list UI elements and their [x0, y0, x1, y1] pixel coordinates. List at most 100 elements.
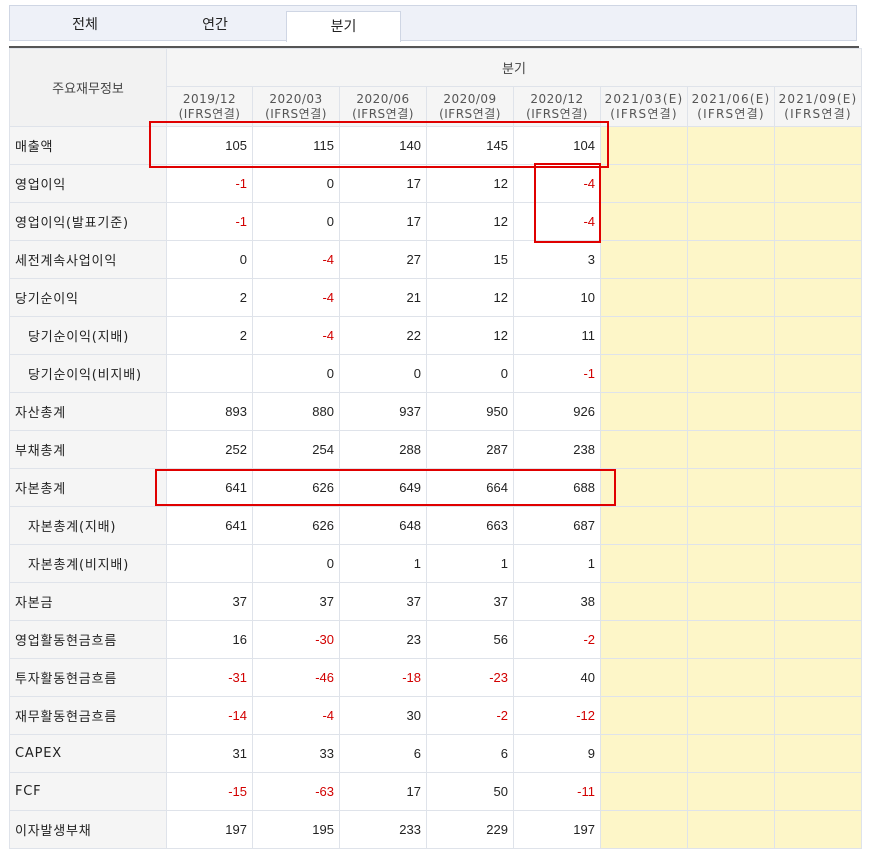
- table-row: 자본금 37 37 37 37 38: [9, 582, 862, 621]
- tab-annual[interactable]: 연간: [140, 6, 290, 41]
- estimate-cell: [687, 240, 775, 279]
- value-cell: 649: [339, 468, 427, 507]
- value-cell: 0: [426, 354, 514, 393]
- value-cell: 880: [252, 392, 340, 431]
- value-cell: 0: [339, 354, 427, 393]
- value-cell: 1: [339, 544, 427, 583]
- period-date: 2021/03(E): [604, 91, 684, 106]
- value-cell: -30: [252, 620, 340, 659]
- estimate-cell: [687, 126, 775, 165]
- value-cell: -4: [252, 316, 340, 355]
- period-basis: (IFRS연결): [265, 106, 327, 121]
- row-label: 자본총계: [9, 468, 167, 507]
- estimate-cell: [774, 430, 862, 469]
- value-cell: 664: [426, 468, 514, 507]
- period-header: 2021/09(E) (IFRS연결): [774, 86, 862, 127]
- table-row: 영업이익 -1 0 17 12 -4: [9, 164, 862, 203]
- period-basis: (IFRS연결): [526, 106, 588, 121]
- estimate-cell: [600, 126, 688, 165]
- value-cell: -18: [339, 658, 427, 697]
- value-cell: [166, 544, 253, 583]
- value-cell: 12: [426, 202, 514, 241]
- period-date: 2020/12: [530, 91, 584, 106]
- estimate-cell: [774, 278, 862, 317]
- row-label: 자본금: [9, 582, 167, 621]
- period-basis: (IFRS연결): [610, 106, 678, 121]
- value-cell: 12: [426, 164, 514, 203]
- value-cell: 30: [339, 696, 427, 735]
- value-cell: 140: [339, 126, 427, 165]
- row-label: 영업이익(발표기준): [9, 202, 167, 241]
- value-cell: 22: [339, 316, 427, 355]
- corner-label: 주요재무정보: [9, 48, 167, 127]
- table-row: 이자발생부채 197 195 233 229 197: [9, 810, 862, 849]
- value-cell: 641: [166, 506, 253, 545]
- value-cell: -15: [166, 772, 253, 811]
- row-label: 이자발생부채: [9, 810, 167, 849]
- value-cell: -12: [513, 696, 601, 735]
- estimate-cell: [687, 696, 775, 735]
- value-cell: 197: [513, 810, 601, 849]
- estimate-cell: [687, 164, 775, 203]
- estimate-cell: [600, 620, 688, 659]
- period-tab-bar: 전체 연간 분기: [9, 5, 857, 42]
- value-cell: 3: [513, 240, 601, 279]
- estimate-cell: [687, 544, 775, 583]
- value-cell: 195: [252, 810, 340, 849]
- value-cell: 252: [166, 430, 253, 469]
- value-cell: 10: [513, 278, 601, 317]
- row-label: 투자활동현금흐름: [9, 658, 167, 697]
- estimate-cell: [774, 202, 862, 241]
- value-cell: 37: [426, 582, 514, 621]
- period-basis: (IFRS연결): [352, 106, 414, 121]
- row-label: 자본총계(비지배): [9, 544, 167, 583]
- value-cell: 287: [426, 430, 514, 469]
- value-cell: -2: [426, 696, 514, 735]
- estimate-cell: [687, 354, 775, 393]
- row-label: 영업활동현금흐름: [9, 620, 167, 659]
- value-cell: -1: [166, 164, 253, 203]
- period-header: 2020/03 (IFRS연결): [252, 86, 340, 127]
- value-cell: 11: [513, 316, 601, 355]
- estimate-cell: [687, 430, 775, 469]
- estimate-cell: [600, 582, 688, 621]
- row-label: 영업이익: [9, 164, 167, 203]
- estimate-cell: [774, 126, 862, 165]
- table-row: 자산총계 893 880 937 950 926: [9, 392, 862, 431]
- period-date: 2021/09(E): [778, 91, 858, 106]
- table-row: 세전계속사업이익 0 -4 27 15 3: [9, 240, 862, 279]
- value-cell: 31: [166, 734, 253, 773]
- estimate-cell: [774, 772, 862, 811]
- table-row: 자본총계 641 626 649 664 688: [9, 468, 862, 507]
- value-cell: 27: [339, 240, 427, 279]
- value-cell: 38: [513, 582, 601, 621]
- estimate-cell: [774, 810, 862, 849]
- estimate-cell: [600, 468, 688, 507]
- value-cell: 37: [252, 582, 340, 621]
- row-label: 재무활동현금흐름: [9, 696, 167, 735]
- table-row: 당기순이익(비지배) 0 0 0 -1: [9, 354, 862, 393]
- estimate-cell: [600, 544, 688, 583]
- value-cell: 0: [166, 240, 253, 279]
- value-cell: 104: [513, 126, 601, 165]
- value-cell: 893: [166, 392, 253, 431]
- estimate-cell: [600, 506, 688, 545]
- value-cell: 21: [339, 278, 427, 317]
- estimate-cell: [687, 316, 775, 355]
- row-label: 부채총계: [9, 430, 167, 469]
- table-header: 주요재무정보 분기 2019/12 (IFRS연결) 2020/03 (IFRS연결)…: [9, 48, 862, 127]
- estimate-cell: [774, 734, 862, 773]
- period-group-label: 분기: [166, 48, 862, 87]
- tab-quarterly[interactable]: 분기: [286, 11, 401, 42]
- table-row: 자본총계(지배) 641 626 648 663 687: [9, 506, 862, 545]
- table-row: 당기순이익 2 -4 21 12 10: [9, 278, 862, 317]
- table-row: CAPEX 31 33 6 6 9: [9, 734, 862, 773]
- value-cell: 238: [513, 430, 601, 469]
- period-date: 2020/06: [356, 91, 410, 106]
- value-cell: 950: [426, 392, 514, 431]
- estimate-cell: [687, 582, 775, 621]
- tab-all[interactable]: 전체: [10, 6, 160, 41]
- value-cell: [166, 354, 253, 393]
- value-cell: -4: [252, 278, 340, 317]
- estimate-cell: [774, 392, 862, 431]
